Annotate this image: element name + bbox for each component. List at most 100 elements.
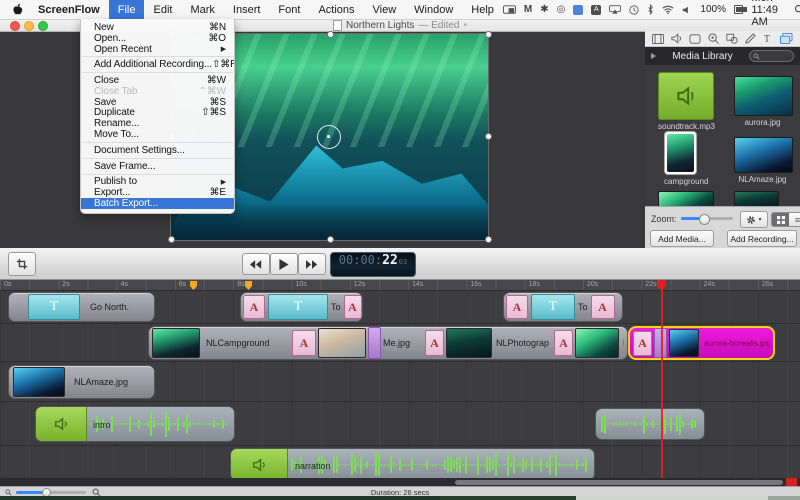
wifi-icon[interactable]	[662, 5, 674, 14]
media-item-NLAmaze-jpg[interactable]: NLAmaze.jpg	[734, 137, 791, 184]
media-library-panel: T Media Library soundtrack.mp3aurora.jpg…	[645, 31, 800, 248]
clip-go-north[interactable]: T Go North.	[8, 292, 155, 322]
menu-bar-item-help[interactable]: Help	[462, 0, 503, 19]
timeline-ruler[interactable]: 0s2s4s6s8s10s12s14s16s18s20s22s24s26s	[0, 280, 800, 291]
ruler-tick-label: 12s	[354, 281, 365, 288]
marker-orange[interactable]	[245, 281, 252, 290]
file-menu-item-move-to[interactable]: Move To...	[81, 129, 234, 140]
volume-icon[interactable]	[682, 5, 692, 15]
timeline-scrollbar[interactable]	[0, 478, 800, 486]
action-clip-thumb: A	[344, 295, 362, 319]
apple-menu[interactable]	[0, 0, 29, 19]
file-menu-item-rename[interactable]: Rename...	[81, 118, 234, 129]
menu-bar-clock[interactable]: Mon 11:49 AM	[751, 0, 785, 28]
clip-audio-narration[interactable]: narration	[230, 448, 595, 478]
playhead-line[interactable]	[661, 280, 663, 478]
clip-group-title[interactable]: A T To A	[240, 292, 363, 322]
timeline-tracks[interactable]: T Go North. A T To A A T To A NLCampgrou…	[0, 291, 800, 478]
inspector-tab-speaker-icon[interactable]	[671, 33, 683, 44]
list-view-icon[interactable]: ≡	[789, 213, 800, 226]
media-thumb-partial[interactable]	[658, 191, 714, 206]
fast-forward-button[interactable]	[298, 253, 326, 275]
media-library-controls: Zoom: ▾ ≡ Add Media... Add Recording...	[645, 206, 800, 248]
file-menu-item-save[interactable]: Save⌘S	[81, 97, 234, 108]
file-menu-item-close-tab: Close Tab⌃⌘W	[81, 86, 234, 97]
media-item-label: NLAmaze.jpg	[734, 175, 791, 184]
app-status-icon[interactable]: M	[524, 4, 532, 15]
menu-bar-item-view[interactable]: View	[364, 0, 406, 19]
file-menu-item-duplicate[interactable]: Duplicate⇧⌘S	[81, 108, 234, 119]
file-menu-item-save-frame[interactable]: Save Frame...	[81, 161, 234, 172]
inspector-tab-media-library-icon[interactable]	[780, 33, 793, 44]
clip-aurora-borealis-selected[interactable]: A aurora-borealis.jpg	[628, 326, 775, 360]
round-status-icon[interactable]: ◎	[557, 4, 566, 15]
blue-app-icon[interactable]	[573, 5, 583, 15]
selection-handle[interactable]	[485, 31, 492, 38]
menu-bar-item-font[interactable]: Font	[269, 0, 309, 19]
media-item-campground[interactable]: campground	[664, 131, 697, 186]
view-mode-toggle[interactable]: ≡	[771, 212, 800, 227]
menu-bar-item-window[interactable]: Window	[405, 0, 462, 19]
media-item-aurora-jpg[interactable]: aurora.jpg	[734, 76, 791, 127]
clip-audio-unnamed[interactable]	[595, 408, 705, 440]
bluetooth-icon[interactable]	[647, 4, 654, 15]
media-item-soundtrack-mp3[interactable]: soundtrack.mp3	[658, 72, 712, 131]
inspector-tab-film-icon[interactable]	[652, 34, 664, 44]
media-zoom-slider[interactable]	[681, 217, 733, 220]
action-clip-thumb: A	[292, 330, 316, 356]
file-menu-item-document-settings[interactable]: Document Settings...	[81, 145, 234, 156]
grid-view-icon[interactable]	[772, 213, 789, 226]
audio-waveform	[601, 413, 699, 435]
file-menu-item-export[interactable]: Export...⌘E	[81, 187, 234, 198]
paw-status-icon[interactable]: ✱	[540, 4, 548, 15]
inspector-tab-callout-icon[interactable]	[708, 33, 719, 44]
selection-handle[interactable]	[168, 236, 175, 243]
inspector-tab-pencil-icon[interactable]	[745, 33, 756, 44]
clip-nl-amaze[interactable]: NLAmaze.jpg	[8, 365, 155, 399]
menu-bar-item-screenflow[interactable]: ScreenFlow	[29, 0, 109, 19]
marker-orange[interactable]	[190, 281, 197, 290]
file-menu-item-add-additional-recording[interactable]: Add Additional Recording...⇧⌘R	[81, 59, 234, 70]
clock-icon[interactable]	[629, 5, 639, 15]
file-menu-item-batch-export[interactable]: Batch Export...	[81, 198, 234, 209]
menu-bar-item-mark[interactable]: Mark	[181, 0, 223, 19]
play-button[interactable]	[270, 253, 298, 275]
file-menu-item-close[interactable]: Close⌘W	[81, 75, 234, 86]
selection-handle[interactable]	[485, 236, 492, 243]
media-thumb-partial[interactable]	[734, 191, 779, 206]
scrollbar-thumb[interactable]	[455, 480, 783, 485]
menu-bar-item-actions[interactable]: Actions	[309, 0, 363, 19]
spotlight-search-icon[interactable]	[794, 4, 800, 15]
display-mirroring-icon[interactable]	[503, 5, 516, 15]
file-menu-item-open-recent[interactable]: Open Recent▶	[81, 44, 234, 55]
clip-audio-intro[interactable]: intro	[35, 406, 235, 442]
ruler-tick-label: 0s	[4, 281, 11, 288]
action-clip-thumb: A	[425, 330, 444, 356]
chevron-down-icon[interactable]: ▾	[464, 21, 468, 29]
selection-handle[interactable]	[327, 236, 334, 243]
crop-tool-button[interactable]	[8, 252, 36, 276]
menu-bar-item-insert[interactable]: Insert	[224, 0, 270, 19]
menu-bar-item-edit[interactable]: Edit	[144, 0, 181, 19]
file-menu-item-new[interactable]: New⌘N	[81, 22, 234, 33]
timecode-display: 00:00:2203	[330, 252, 416, 277]
dark-app-icon[interactable]: A	[591, 5, 601, 15]
file-menu-item-publish-to[interactable]: Publish to▶	[81, 177, 234, 188]
scale-handle-widget[interactable]	[317, 125, 341, 149]
inspector-tab-shapes-icon[interactable]	[726, 33, 738, 44]
gear-menu-button[interactable]: ▾	[740, 211, 768, 228]
selection-handle[interactable]	[327, 31, 334, 38]
media-search-input[interactable]	[749, 50, 794, 62]
inspector-tab-text-icon[interactable]: T	[762, 33, 773, 44]
airplay-icon[interactable]	[609, 5, 621, 14]
rewind-button[interactable]	[242, 253, 270, 275]
add-media-button[interactable]: Add Media...	[650, 230, 714, 247]
add-recording-button[interactable]: Add Recording...	[727, 230, 797, 247]
inspector-tab-frame-icon[interactable]	[689, 34, 701, 44]
ruler-tick-label: 18s	[529, 281, 540, 288]
clip-group-title[interactable]: A T To A	[503, 292, 623, 322]
clip-sequence[interactable]: NLCampground A Me.jpg A NLPhotograp A NL…	[148, 326, 628, 360]
menu-bar-item-file[interactable]: File	[109, 0, 145, 19]
file-menu-item-open[interactable]: Open...⌘O	[81, 33, 234, 44]
selection-handle[interactable]	[485, 133, 492, 140]
